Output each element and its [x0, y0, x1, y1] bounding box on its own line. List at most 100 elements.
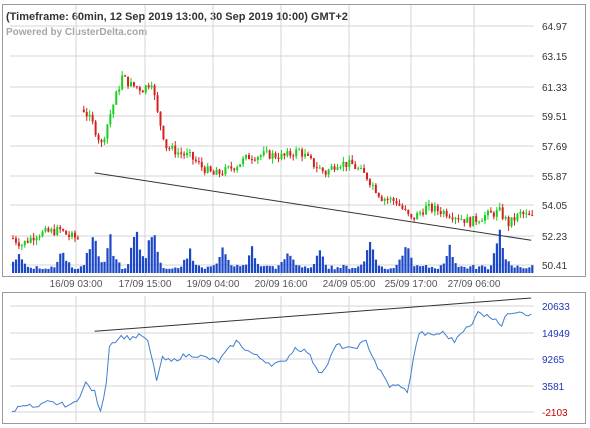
price-tick-label: 57.69	[542, 142, 567, 153]
volume-bar	[321, 256, 324, 273]
candle-body	[168, 148, 171, 150]
candle-body	[481, 220, 484, 222]
candle-body	[23, 240, 26, 246]
candle-body	[147, 85, 150, 88]
candle-body	[47, 228, 50, 232]
volume-bar	[277, 265, 280, 273]
volume-bar	[395, 264, 398, 273]
candle-body	[242, 158, 245, 165]
volume-bar	[324, 264, 327, 273]
volume-bar	[330, 265, 333, 273]
volume-bar	[484, 266, 487, 273]
volume-bar	[156, 251, 159, 273]
volume-bar	[14, 259, 18, 273]
volume-bar	[221, 247, 224, 273]
candle-body	[88, 114, 91, 117]
candle-body	[398, 203, 401, 206]
candle-body	[404, 208, 407, 210]
date-label: 27/09 06:00	[448, 279, 501, 290]
volume-bar	[442, 263, 445, 273]
candle-body	[35, 237, 38, 241]
volume-bar	[280, 262, 283, 273]
candle-body	[489, 210, 492, 213]
candle-body	[422, 212, 425, 215]
volume-bar	[348, 268, 351, 273]
candle-body	[510, 217, 513, 227]
volume-bar	[336, 267, 339, 273]
delta-trendline	[94, 297, 532, 332]
candle-body	[531, 215, 534, 217]
volume-bar	[153, 235, 156, 273]
volume-tick-label: 52.23	[542, 232, 567, 243]
volume-bar	[73, 269, 77, 273]
delta-tick-label: -2103	[542, 408, 568, 419]
volume-bar	[366, 250, 369, 273]
volume-bar	[233, 266, 236, 273]
candle-body	[309, 155, 312, 159]
candle-body	[348, 159, 351, 167]
candle-body	[127, 76, 130, 87]
candle-body	[62, 229, 65, 231]
candle-body	[197, 161, 200, 163]
candle-body	[159, 111, 162, 126]
volume-bar	[433, 268, 437, 273]
volume-bar	[439, 265, 442, 273]
volume-bar	[71, 267, 74, 273]
volume-bar	[307, 268, 310, 273]
volume-bar	[451, 256, 454, 273]
candle-body	[262, 151, 265, 156]
volume-bar	[286, 253, 289, 273]
volume-bar	[180, 266, 183, 273]
candle-body	[12, 238, 14, 240]
delta-tick-label: 9265	[542, 355, 565, 366]
candle-body	[457, 218, 460, 220]
volume-bar	[76, 268, 80, 273]
volume-bar	[495, 243, 498, 273]
candle-body	[283, 153, 286, 156]
grid	[10, 5, 534, 422]
volume-bar	[472, 264, 475, 273]
candle-body	[183, 153, 186, 156]
candle-body	[360, 167, 363, 169]
volume-bar	[206, 266, 209, 273]
candle-body	[513, 217, 516, 221]
candle-body	[227, 166, 230, 168]
candle-body	[177, 152, 180, 155]
candle-body	[14, 238, 17, 243]
volume-bar	[295, 265, 298, 273]
volume-bar	[516, 265, 519, 273]
volume-bar	[419, 266, 422, 273]
volume-bar	[127, 264, 130, 273]
volume-bar	[259, 266, 262, 273]
candle-body	[501, 207, 504, 219]
delta-tick-label: 3581	[542, 382, 565, 393]
candle-body	[85, 112, 88, 117]
candle-body	[315, 167, 318, 169]
candle-body	[371, 184, 374, 186]
candle-body	[135, 86, 138, 88]
candle-body	[357, 168, 360, 170]
candle-body	[50, 229, 53, 232]
volume-bar	[448, 244, 451, 273]
candle-body	[301, 149, 304, 157]
volume-bar	[498, 229, 501, 273]
candle-body	[109, 114, 112, 125]
volume-bar	[44, 268, 47, 273]
volume-bar	[29, 267, 32, 273]
volume-bar	[271, 266, 274, 273]
candle-body	[366, 172, 368, 180]
candle-body	[377, 192, 380, 197]
candle-body	[97, 135, 100, 141]
volume-bar	[12, 261, 15, 273]
candle-body	[351, 159, 354, 165]
candle-body	[248, 154, 250, 160]
candle-body	[189, 152, 191, 154]
volume-bar	[363, 261, 366, 273]
candle-body	[516, 213, 519, 221]
candle-body	[180, 152, 183, 154]
candle-body	[115, 91, 118, 105]
volume-bar	[492, 253, 496, 273]
volume-bar	[141, 256, 144, 273]
candle-body	[26, 240, 29, 243]
volume-bar	[230, 265, 233, 273]
